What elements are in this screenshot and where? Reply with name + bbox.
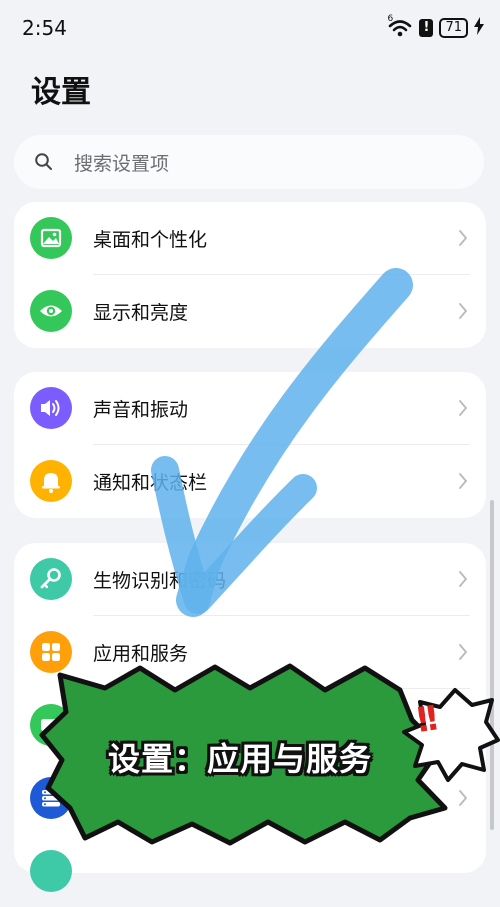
- settings-item-label: 桌面和个性化: [93, 229, 208, 251]
- settings-item-label: 通知和状态栏: [93, 472, 208, 494]
- banner-title: 设置：应用与服务: [108, 740, 373, 778]
- chevron-right-icon: [458, 790, 468, 806]
- battery-icon: [30, 704, 72, 746]
- chevron-right-icon: [458, 230, 468, 246]
- key-icon: [30, 558, 72, 600]
- network-badge: 6: [387, 14, 394, 24]
- settings-item-apps[interactable]: 应用和服务: [14, 616, 486, 688]
- wifi-icon: 6: [387, 14, 413, 38]
- alert-icon: !: [419, 19, 434, 37]
- speaker-icon: [30, 387, 72, 429]
- page-title: 设置: [31, 75, 91, 110]
- picture-icon: [30, 217, 72, 259]
- search-input[interactable]: 搜索设置项: [14, 135, 484, 189]
- chevron-right-icon: [458, 303, 468, 319]
- settings-item-desktop[interactable]: 桌面和个性化: [14, 202, 486, 274]
- settings-item-label: 显示和亮度: [93, 302, 189, 324]
- chevron-right-icon: [458, 473, 468, 489]
- settings-item-sound[interactable]: 声音和振动: [14, 372, 486, 444]
- settings-group-sound: 声音和振动 通知和状态栏: [14, 372, 486, 518]
- apps-icon: [30, 631, 72, 673]
- status-bar: 2:54 6 ! 71: [0, 0, 500, 56]
- settings-item-biometrics[interactable]: 生物识别和密码: [14, 543, 486, 615]
- search-placeholder: 搜索设置项: [74, 153, 170, 175]
- chevron-right-icon: [458, 717, 468, 733]
- settings-group-personalization: 桌面和个性化 显示和亮度: [14, 202, 486, 348]
- settings-item-partial[interactable]: [14, 835, 486, 907]
- settings-item-label: 生物识别和密码: [93, 570, 227, 592]
- chevron-right-icon: [458, 644, 468, 660]
- battery-indicator: 71: [439, 18, 468, 38]
- chevron-right-icon: [458, 571, 468, 587]
- scrollbar[interactable]: [490, 500, 494, 830]
- search-icon: [34, 152, 54, 172]
- eye-icon: [30, 290, 72, 332]
- settings-item-label: 应用和服务: [93, 643, 189, 665]
- partial-icon: [30, 850, 72, 892]
- settings-item-notifications[interactable]: 通知和状态栏: [14, 445, 486, 517]
- status-time: 2:54: [22, 16, 67, 40]
- settings-item-display[interactable]: 显示和亮度: [14, 275, 486, 347]
- status-icons: 6 ! 71: [387, 14, 484, 39]
- charging-icon: [474, 17, 484, 39]
- storage-icon: [30, 777, 72, 819]
- settings-item-label: 声音和振动: [93, 399, 189, 421]
- bell-icon: [30, 460, 72, 502]
- chevron-right-icon: [458, 400, 468, 416]
